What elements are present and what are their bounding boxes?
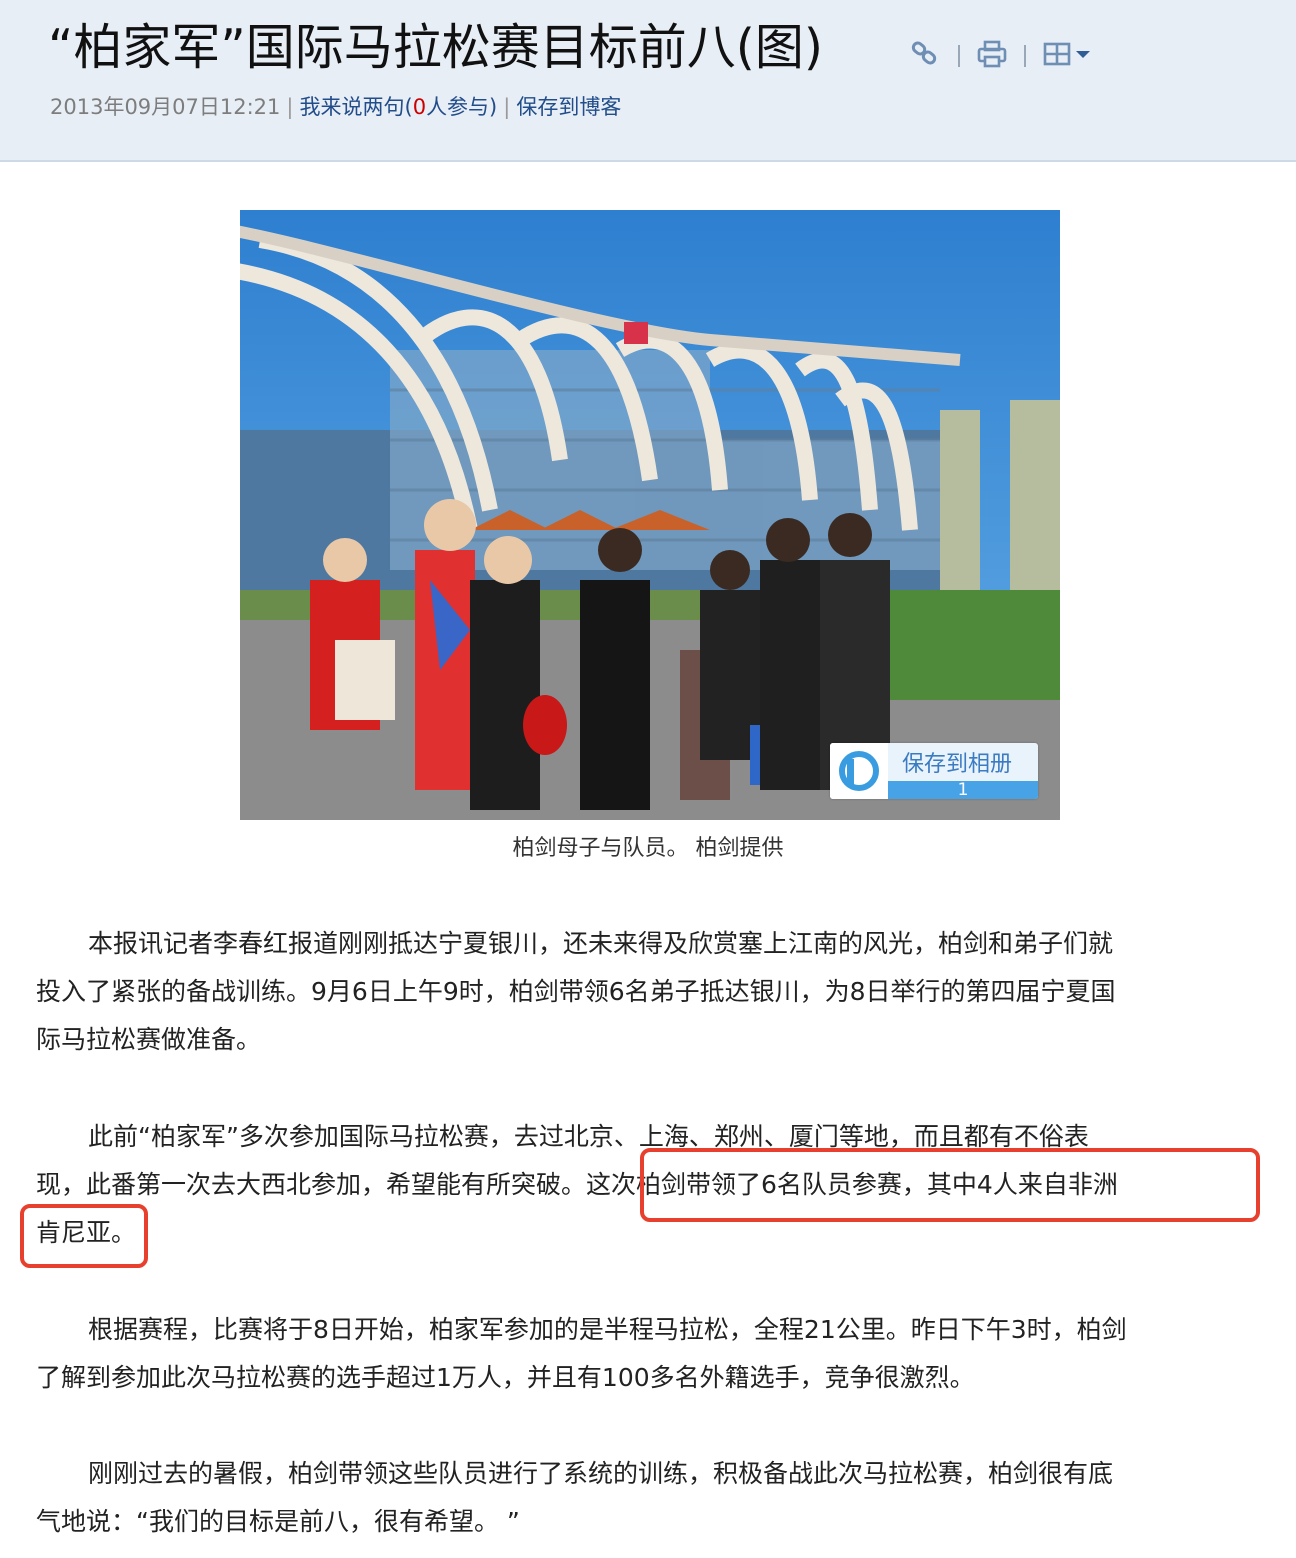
publish-date: 2013年09月07日12:21	[50, 95, 281, 119]
comment-link-suffix: 人参与)	[426, 95, 498, 119]
comment-link[interactable]: 我来说两句(0人参与)	[299, 95, 497, 119]
save-to-album-count: 1	[888, 781, 1038, 799]
paragraph-line: 了解到参加此次马拉松赛的选手超过1万人，并且有100多名外籍选手，竞争很激烈。	[36, 1363, 975, 1392]
toolbar-divider	[1024, 45, 1026, 67]
article-toolbar	[908, 38, 1094, 74]
paragraph-line: 根据赛程，比赛将于8日开始，柏家军参加的是半程马拉松，全程21公里。昨日下午3时…	[88, 1315, 1127, 1344]
print-icon[interactable]	[976, 39, 1008, 73]
paragraph-line: 气地说：“我们的目标是前八，很有希望。 ”	[36, 1507, 520, 1536]
save-to-blog-link[interactable]: 保存到博客	[516, 95, 621, 119]
highlight-box	[20, 1204, 148, 1268]
comment-link-text: 我来说两句(	[299, 95, 413, 119]
meta-divider: |	[503, 95, 511, 119]
article-meta: 2013年09月07日12:21 | 我来说两句(0人参与) | 保存到博客	[50, 92, 621, 122]
photo-caption: 柏剑母子与队员。 柏剑提供	[512, 836, 784, 861]
paragraph-line: 本报讯记者李春红报道刚刚抵达宁夏银川，还未来得及欣赏塞上江南的风光，柏剑和弟子们…	[88, 929, 1114, 958]
photo-scene	[240, 210, 1060, 820]
toolbar-divider	[958, 45, 960, 67]
article-photo: 保存到相册 1	[240, 210, 1060, 820]
album-logo-icon	[830, 743, 888, 799]
paragraph-3: 根据赛程，比赛将于8日开始，柏家军参加的是半程马拉松，全程21公里。昨日下午3时…	[36, 1306, 1264, 1402]
paragraph-4: 刚刚过去的暑假，柏剑带领这些队员进行了系统的训练，积极备战此次马拉松赛，柏剑很有…	[36, 1450, 1264, 1546]
paragraph-1: 本报讯记者李春红报道刚刚抵达宁夏银川，还未来得及欣赏塞上江南的风光，柏剑和弟子们…	[36, 920, 1264, 1064]
comment-count: 0	[412, 95, 427, 119]
paragraph-line: 投入了紧张的备战训练。9月6日上午9时，柏剑带领6名弟子抵达银川，为8日举行的第…	[36, 977, 1116, 1006]
save-to-album-button[interactable]: 保存到相册 1	[830, 743, 1038, 799]
font-size-icon[interactable]	[1042, 39, 1094, 73]
link-icon[interactable]	[908, 39, 942, 73]
save-to-album-label: 保存到相册	[902, 752, 1013, 777]
highlight-box	[640, 1148, 1260, 1222]
paragraph-line: 刚刚过去的暑假，柏剑带领这些队员进行了系统的训练，积极备战此次马拉松赛，柏剑很有…	[88, 1459, 1114, 1488]
meta-divider: |	[286, 95, 294, 119]
paragraph-line: 际马拉松赛做准备。	[36, 1025, 262, 1054]
article-title: “柏家军”国际马拉松赛目标前八(图)	[48, 19, 824, 76]
article-header: “柏家军”国际马拉松赛目标前八(图) 2013年09月07日12:21 | 我来…	[0, 0, 1296, 162]
